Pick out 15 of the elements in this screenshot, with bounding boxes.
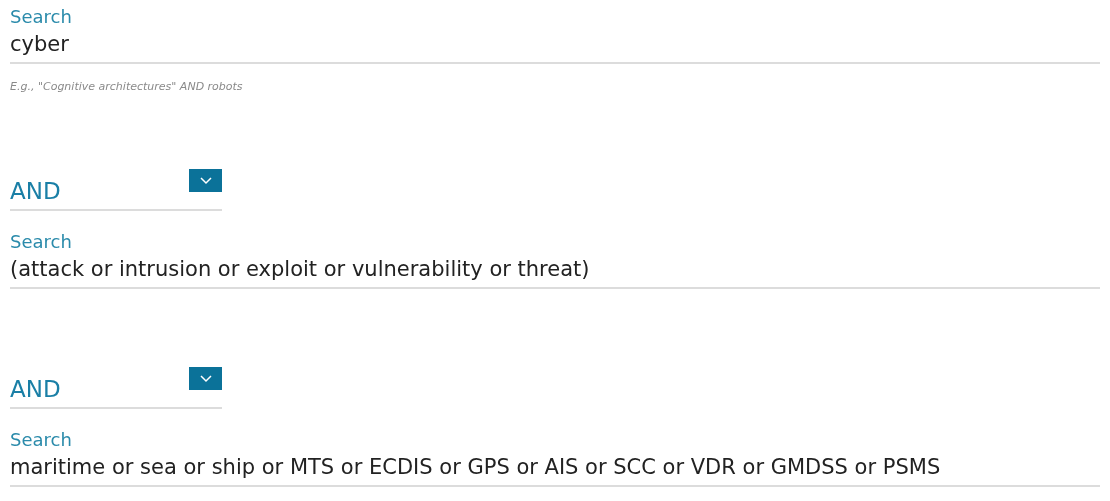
chevron-down-icon (199, 374, 212, 383)
search-field[interactable]: cyber (10, 30, 1100, 64)
search-field[interactable]: maritime or sea or ship or MTS or ECDIS or GPS or AIS or SCC or VDR or GMDSS or PSMS (10, 453, 1100, 487)
operator-value: AND (10, 177, 61, 205)
search-label: Search (10, 428, 72, 452)
search-field[interactable]: (attack or intrusion or exploit or vulnerability or threat) (10, 255, 1100, 289)
operator-dropdown[interactable]: AND (10, 169, 222, 211)
dropdown-button[interactable] (189, 367, 222, 390)
search-label: Search (10, 230, 72, 254)
operator-dropdown[interactable]: AND (10, 367, 222, 409)
dropdown-button[interactable] (189, 169, 222, 192)
search-label: Search (10, 5, 72, 29)
chevron-down-icon (199, 176, 212, 185)
search-hint: E.g., "Cognitive architectures" AND robots (10, 80, 243, 93)
operator-value: AND (10, 375, 61, 403)
